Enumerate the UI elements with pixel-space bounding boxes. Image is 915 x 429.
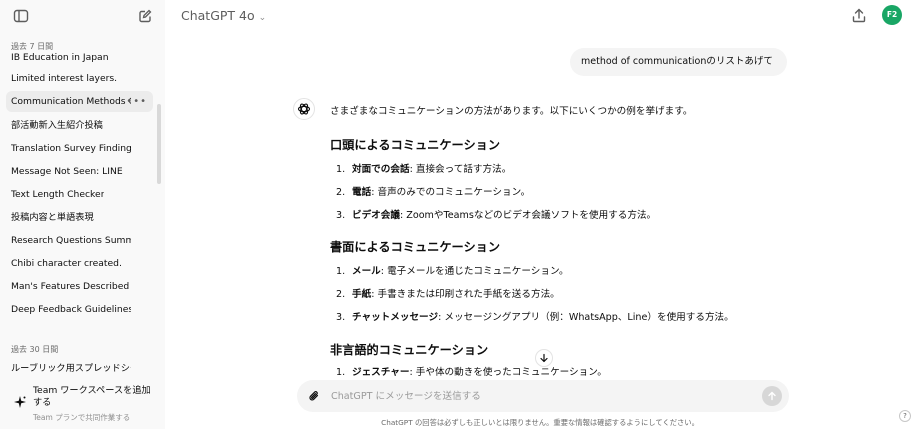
list-item: 2. 電話: 音声のみでのコミュニケーション。 <box>336 187 531 198</box>
sidebar-toggle-icon[interactable] <box>12 7 30 25</box>
message-input[interactable] <box>331 388 751 404</box>
send-button[interactable] <box>762 386 782 406</box>
history-item[interactable]: Man's Features Described <box>6 276 153 297</box>
arrow-up-icon <box>768 391 776 401</box>
chatgpt-app: 過去 7 日間 IB Education in Japan Limited in… <box>0 0 915 429</box>
history-item[interactable]: Chibi character created. <box>6 253 153 274</box>
history-item-active[interactable]: Communication Methods Ov ••• <box>6 91 153 112</box>
sidebar: 過去 7 日間 IB Education in Japan Limited in… <box>0 0 165 429</box>
chevron-down-icon: ⌄ <box>258 13 267 23</box>
section-heading: 書面によるコミュニケーション <box>330 240 501 254</box>
history-item[interactable]: IB Education in Japan <box>6 47 153 68</box>
history-item[interactable]: Message Not Seen: LINE <box>6 161 153 182</box>
history-item[interactable]: 部活動新入生紹介投稿 <box>6 115 153 136</box>
history-group-label: 過去 30 日間 <box>11 345 59 354</box>
scroll-down-button[interactable] <box>535 349 553 367</box>
share-icon[interactable] <box>850 6 868 24</box>
list-item: 1. 対面での会話: 直接会って話す方法。 <box>336 164 512 175</box>
history-item[interactable]: Deep Feedback Guidelines <box>6 299 153 320</box>
sidebar-header <box>0 0 165 32</box>
help-button[interactable]: ? <box>899 410 911 422</box>
team-upsell[interactable]: Team ワークスペースを追加する Team プランで共同作業する <box>0 375 165 429</box>
list-item: 2. 手紙: 手書きまたは印刷された手紙を送る方法。 <box>336 289 560 300</box>
disclaimer: ChatGPT の回答は必ずしも正しいとは限りません。重要な情報は確認するように… <box>381 418 699 427</box>
team-subtitle: Team プランで共同作業する <box>33 413 131 422</box>
main-panel: ChatGPT 4o ⌄ F2 method of communicationのリ… <box>165 0 915 429</box>
sparkle-icon <box>12 394 28 410</box>
user-message: method of communicationのリストあげて <box>570 48 787 76</box>
sidebar-scrollbar[interactable] <box>157 104 161 184</box>
model-selector[interactable]: ChatGPT 4o ⌄ <box>181 8 266 23</box>
history-item[interactable]: Translation Survey Findings <box>6 138 153 159</box>
assistant-intro: さまざまなコミュニケーションの方法があります。以下にいくつかの例を挙げます。 <box>330 106 693 117</box>
history-item[interactable]: ルーブリック用スプレッドシート <box>6 358 153 374</box>
list-item: 3. チャットメッセージ: メッセージングアプリ（例：WhatsApp、Line）… <box>336 312 734 323</box>
new-chat-edit-icon[interactable] <box>136 7 154 25</box>
history-item[interactable]: Limited interest layers. <box>6 68 153 89</box>
avatar[interactable]: F2 <box>882 5 902 25</box>
more-options-icon[interactable]: ••• <box>126 91 147 112</box>
list-item: 3. ビデオ会議: ZoomやTeamsなどのビデオ会議ソフトを使用する方法。 <box>336 210 657 221</box>
paperclip-icon[interactable] <box>306 388 322 404</box>
conversation-history: 過去 7 日間 IB Education in Japan Limited in… <box>0 34 165 374</box>
message-composer <box>297 380 789 412</box>
list-item: 1. メール: 電子メールを通じたコミュニケーション。 <box>336 266 569 277</box>
history-item[interactable]: 投稿内容と単語表現 <box>6 207 153 228</box>
openai-logo-icon <box>293 98 315 120</box>
history-item[interactable]: Research Questions Summary <box>6 230 153 251</box>
list-item: 1. ジェスチャー: 手や体の動きを使ったコミュニケーション。 <box>336 367 607 378</box>
team-title: Team ワークスペースを追加する <box>33 385 151 408</box>
history-item[interactable]: Text Length Checker <box>6 184 153 205</box>
arrow-down-icon <box>540 353 548 363</box>
section-heading: 口頭によるコミュニケーション <box>330 138 501 152</box>
